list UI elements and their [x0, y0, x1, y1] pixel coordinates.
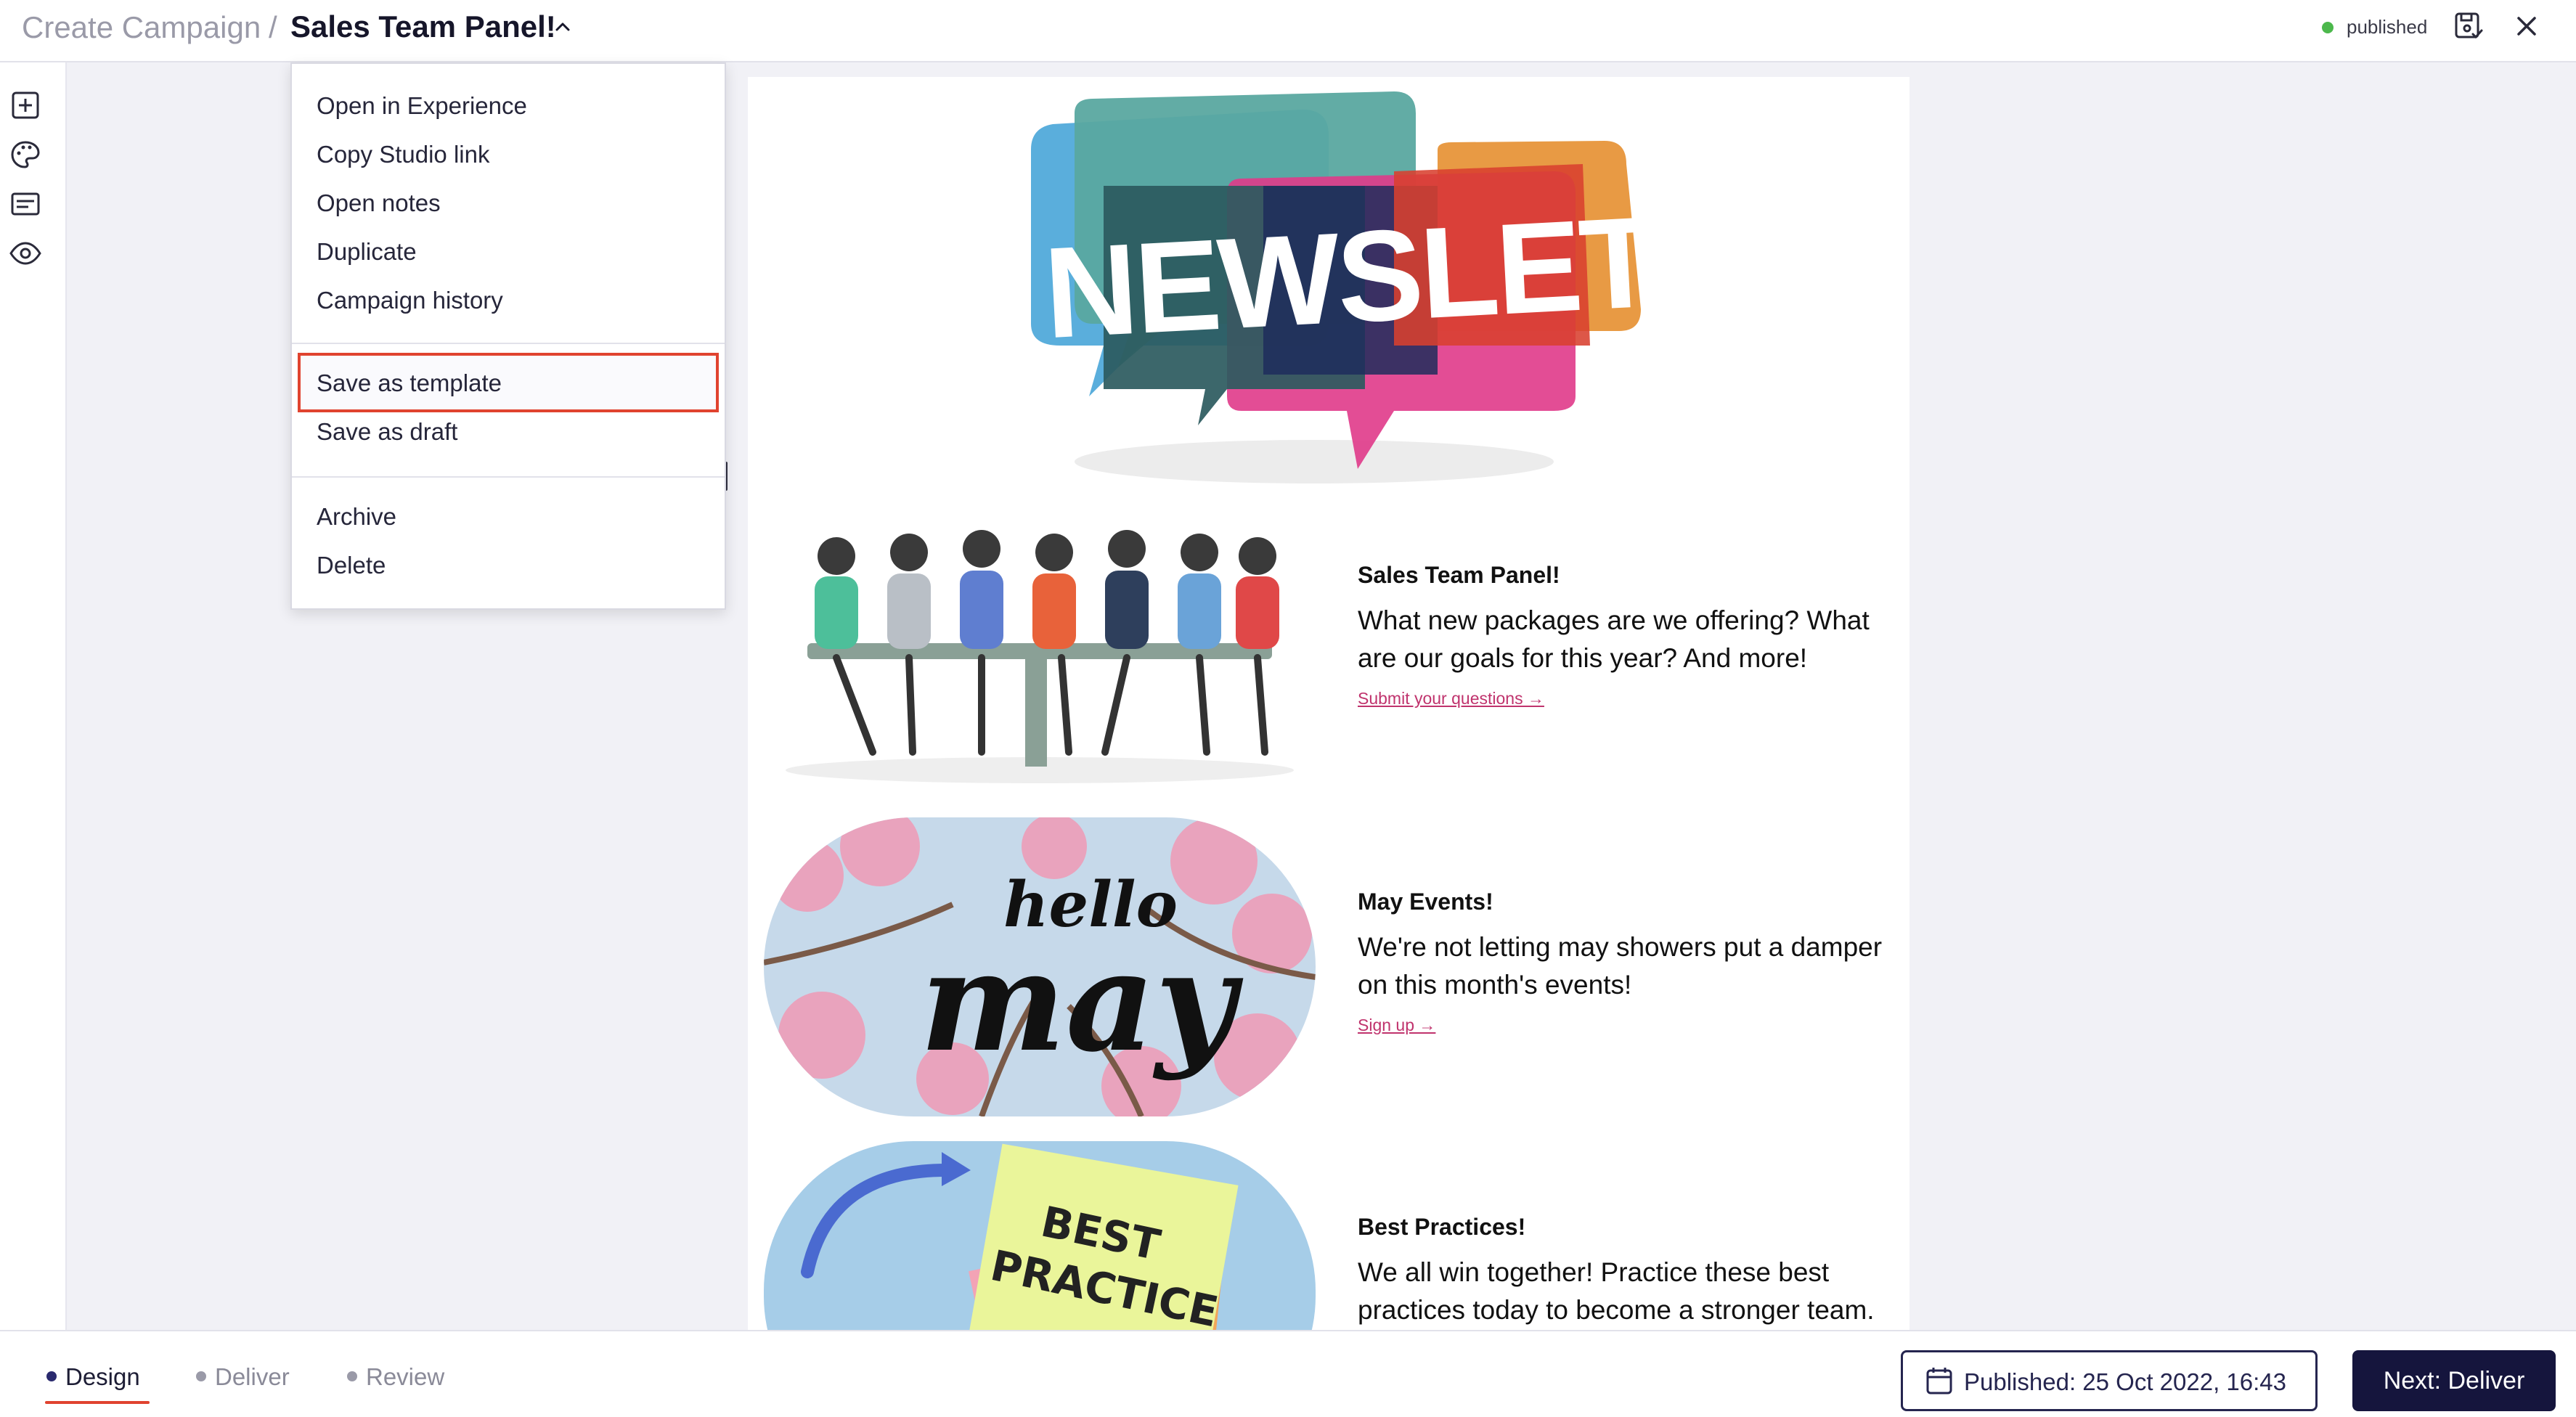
active-step-underline — [45, 1401, 150, 1404]
menu-item-archive[interactable]: Archive — [317, 495, 396, 539]
close-icon[interactable] — [2511, 10, 2543, 42]
text-block-icon[interactable] — [9, 187, 42, 221]
step-deliver[interactable]: Deliver — [196, 1363, 290, 1391]
menu-item-duplicate[interactable]: Duplicate — [317, 230, 417, 274]
breadcrumb-separator: / — [269, 10, 277, 44]
step-dot — [347, 1371, 357, 1382]
top-bar: Create Campaign / Sales Team Panel! publ… — [0, 0, 2576, 62]
menu-item-copy-studio-link[interactable]: Copy Studio link — [317, 133, 489, 176]
preview-eye-icon[interactable] — [9, 237, 42, 270]
section-best-practices: Best Practices! We all win together! Pra… — [1358, 1214, 1888, 1330]
calendar-icon — [1926, 1368, 1952, 1394]
campaign-title[interactable]: Sales Team Panel! — [290, 9, 556, 44]
step-review[interactable]: Review — [347, 1363, 444, 1391]
campaign-options-menu: Open in Experience Copy Studio link Open… — [290, 62, 726, 610]
step-dot — [46, 1371, 57, 1382]
menu-divider — [292, 476, 725, 478]
step-label: Review — [366, 1363, 445, 1390]
best-practice-image: BEST PRACTICE — [764, 1141, 1316, 1330]
section-sales-panel: Sales Team Panel! What new packages are … — [1358, 562, 1888, 708]
save-check-icon[interactable] — [2453, 10, 2485, 42]
section-body: We're not letting may showers put a damp… — [1358, 932, 1883, 1000]
next-deliver-button[interactable]: Next: Deliver — [2352, 1350, 2556, 1411]
section-body: We all win together! Practice these best… — [1358, 1257, 1875, 1325]
status-label: published — [2347, 16, 2428, 38]
menu-item-open-in-experience[interactable]: Open in Experience — [317, 84, 527, 128]
section-title: Sales Team Panel! — [1358, 562, 1560, 588]
sign-up-link[interactable]: Sign up → — [1358, 1016, 1888, 1035]
step-dot — [196, 1371, 206, 1382]
step-design[interactable]: Design — [46, 1363, 140, 1391]
submit-questions-link[interactable]: Submit your questions → — [1358, 689, 1888, 708]
menu-item-open-notes[interactable]: Open notes — [317, 181, 441, 225]
breadcrumb-root[interactable]: Create Campaign — [22, 10, 261, 45]
menu-divider — [292, 343, 725, 344]
tool-rail — [0, 62, 67, 1330]
published-date-button[interactable]: Published: 25 Oct 2022, 16:43 — [1901, 1350, 2318, 1411]
section-may-events: May Events! We're not letting may shower… — [1358, 889, 1888, 1035]
newsletter-hero-image: NEWSLETTER — [1031, 91, 1670, 483]
published-date-label: Published: 25 Oct 2022, 16:43 — [1964, 1368, 2286, 1395]
status-dot — [2322, 22, 2334, 33]
section-title: Best Practices! — [1358, 1214, 1526, 1240]
team-meeting-illustration — [786, 530, 1294, 783]
menu-item-campaign-history[interactable]: Campaign history — [317, 279, 503, 322]
menu-item-save-as-draft[interactable]: Save as draft — [317, 410, 457, 454]
bottom-bar: Design Deliver Review Published: 25 Oct … — [0, 1330, 2576, 1417]
add-block-icon[interactable] — [9, 89, 42, 122]
section-body: What new packages are we offering? What … — [1358, 605, 1870, 673]
step-label: Deliver — [215, 1363, 290, 1390]
may-text: may — [920, 920, 1244, 1082]
section-title: May Events! — [1358, 889, 1493, 915]
chevron-up-icon[interactable] — [552, 16, 574, 38]
email-preview[interactable]: NEWSLETTER Sales Team Panel! What new pa… — [748, 77, 1909, 1330]
palette-icon[interactable] — [9, 138, 42, 171]
menu-item-save-as-template[interactable]: Save as template — [317, 362, 502, 405]
menu-item-delete[interactable]: Delete — [317, 544, 386, 587]
hello-may-image: hello may — [764, 817, 1316, 1116]
step-label: Design — [65, 1363, 140, 1390]
